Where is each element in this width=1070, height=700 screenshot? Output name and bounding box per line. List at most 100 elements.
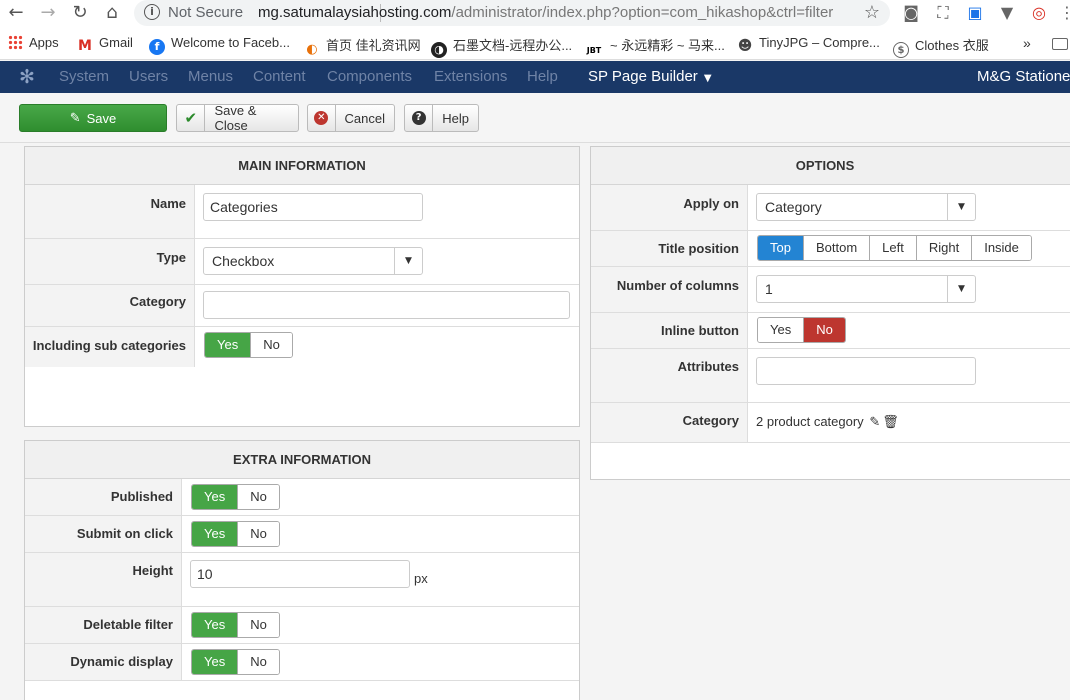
submit-on-click-toggle[interactable]: Yes No — [191, 521, 280, 547]
bookmark-apps[interactable]: Apps — [8, 35, 59, 50]
bookmark-jbt[interactable]: JBT ~ 永远精彩 ~ 马来... — [584, 35, 725, 59]
subcategories-toggle[interactable]: Yes No — [204, 332, 293, 358]
menu-sp-page-builder[interactable]: SP Page Builder ▼ — [588, 68, 712, 85]
menu-extensions[interactable]: Extensions — [434, 68, 507, 85]
apply-on-select[interactable]: Category ▼ — [756, 193, 976, 221]
panda-icon: ☻ — [737, 38, 753, 54]
columns-row: Number of columns 1 ▼ — [591, 267, 1070, 313]
menu-content[interactable]: Content — [253, 68, 306, 85]
translate-icon[interactable]: ▣ — [965, 3, 985, 23]
submit-on-click-yes[interactable]: Yes — [192, 522, 238, 546]
bookmark-label: ~ 永远精彩 ~ 马来... — [610, 38, 725, 53]
menu-users[interactable]: Users — [129, 68, 168, 85]
reload-icon[interactable]: ↻ — [69, 2, 91, 24]
forward-arrow-icon[interactable]: → — [37, 2, 59, 24]
menu-icon[interactable]: ⋮ — [1057, 3, 1070, 23]
published-toggle[interactable]: Yes No — [191, 484, 280, 510]
deletable-filter-yes[interactable]: Yes — [192, 613, 238, 637]
pencil-icon[interactable]: ✎ — [869, 415, 880, 430]
attributes-row: Attributes — [591, 349, 1070, 403]
title-position-inside[interactable]: Inside — [971, 236, 1031, 260]
address-bar[interactable]: i Not Secure mg.satumalaysiahosting.com/… — [134, 0, 890, 26]
title-position-top[interactable]: Top — [758, 236, 803, 260]
menu-system[interactable]: System — [59, 68, 109, 85]
bookmark-cari[interactable]: ◐ 首页 佳礼资讯网 — [304, 35, 420, 58]
columns-select[interactable]: 1 ▼ — [756, 275, 976, 303]
columns-label: Number of columns — [616, 278, 739, 293]
save-label: Save — [86, 110, 117, 126]
dynamic-display-yes[interactable]: Yes — [192, 650, 238, 674]
options-title: OPTIONS — [591, 147, 1070, 185]
home-icon[interactable]: ⌂ — [101, 2, 123, 24]
deletable-filter-label: Deletable filter — [83, 617, 173, 632]
help-icon: ? — [405, 105, 434, 131]
menu-menus[interactable]: Menus — [188, 68, 233, 85]
published-yes[interactable]: Yes — [192, 485, 238, 509]
jbt-icon: JBT — [586, 46, 602, 55]
info-icon[interactable]: i — [144, 4, 160, 20]
bookmarks-more[interactable]: » — [1023, 35, 1031, 51]
subcategories-no[interactable]: No — [250, 333, 292, 357]
screenshot-icon[interactable]: ⛶ — [933, 3, 953, 23]
folder-icon[interactable] — [1052, 35, 1070, 50]
url-host: mg.satumalaysiahosting.com — [258, 4, 452, 21]
dynamic-display-toggle[interactable]: Yes No — [191, 649, 280, 675]
height-input[interactable] — [190, 560, 410, 588]
title-position-bottom[interactable]: Bottom — [802, 236, 870, 260]
attributes-input[interactable] — [756, 357, 976, 385]
vivaldi-icon[interactable]: ▼ — [997, 3, 1017, 23]
height-row: Height px — [25, 553, 579, 607]
save-button[interactable]: ✎ Save — [19, 104, 167, 132]
name-input[interactable] — [203, 193, 423, 221]
submit-on-click-no[interactable]: No — [237, 522, 279, 546]
inline-button-toggle[interactable]: Yes No — [757, 317, 846, 343]
trash-icon[interactable]: 🗑 — [882, 415, 899, 430]
admin-menu-bar: ✻ System Users Menus Content Components … — [0, 61, 1070, 93]
bookmark-star-icon[interactable]: ☆ — [864, 2, 880, 23]
cari-icon: ◐ — [306, 42, 318, 57]
inline-button-yes[interactable]: Yes — [758, 318, 804, 342]
caret-down-icon: ▼ — [703, 73, 712, 84]
subcategories-yes[interactable]: Yes — [205, 333, 251, 357]
height-unit: px — [414, 571, 428, 586]
site-name[interactable]: M&G Statione — [977, 68, 1070, 85]
camera-icon[interactable]: ◙ — [901, 3, 921, 23]
check-icon: ✔ — [177, 105, 206, 131]
subcategories-label: Including sub categories — [32, 338, 186, 353]
bookmark-clothes[interactable]: $ Clothes 衣服 — [893, 35, 989, 58]
gmail-icon: M — [78, 38, 92, 54]
apply-on-value: Category — [765, 199, 822, 215]
opera-icon[interactable]: ◎ — [1029, 3, 1049, 23]
menu-components[interactable]: Components — [327, 68, 412, 85]
bookmark-shimo[interactable]: ◑ 石墨文档-远程办公... — [431, 35, 572, 58]
chevron-down-icon: ▼ — [947, 194, 975, 220]
options-category-value: 2 product category ✎ 🗑 — [756, 414, 899, 430]
published-no[interactable]: No — [237, 485, 279, 509]
inline-button-label: Inline button — [661, 323, 739, 338]
type-select[interactable]: Checkbox ▼ — [203, 247, 423, 275]
bookmark-tinyjpg[interactable]: ☻ TinyJPG – Compre... — [737, 35, 880, 54]
title-position-group[interactable]: Top Bottom Left Right Inside — [757, 235, 1032, 261]
title-position-left[interactable]: Left — [869, 236, 916, 260]
deletable-filter-no[interactable]: No — [237, 613, 279, 637]
apply-on-label: Apply on — [683, 196, 739, 211]
url-text: mg.satumalaysiahosting.com/administrator… — [258, 4, 833, 21]
bookmark-facebook[interactable]: f Welcome to Faceb... — [149, 35, 290, 55]
deletable-filter-toggle[interactable]: Yes No — [191, 612, 280, 638]
browser-toolbar: ← → ↻ ⌂ i Not Secure mg.satumalaysiahost… — [0, 0, 1070, 28]
clothes-icon: $ — [893, 42, 909, 58]
inline-button-no[interactable]: No — [803, 318, 845, 342]
joomla-logo-icon[interactable]: ✻ — [17, 67, 37, 87]
title-position-right[interactable]: Right — [915, 236, 972, 260]
facebook-icon: f — [149, 39, 165, 55]
save-close-button[interactable]: ✔ Save & Close — [176, 103, 299, 133]
action-toolbar: ✎ Save ✔ Save & Close ✕ Cancel ? Help — [0, 93, 1070, 143]
menu-help[interactable]: Help — [527, 68, 558, 85]
help-button[interactable]: ? Help — [404, 104, 479, 132]
dynamic-display-no[interactable]: No — [237, 650, 279, 674]
main-information-panel: MAIN INFORMATION Name Type Checkbox ▼ Ca… — [24, 146, 580, 427]
cancel-button[interactable]: ✕ Cancel — [307, 104, 395, 132]
bookmark-gmail[interactable]: M Gmail — [77, 35, 133, 54]
back-arrow-icon[interactable]: ← — [5, 2, 27, 24]
category-input[interactable] — [203, 291, 570, 319]
